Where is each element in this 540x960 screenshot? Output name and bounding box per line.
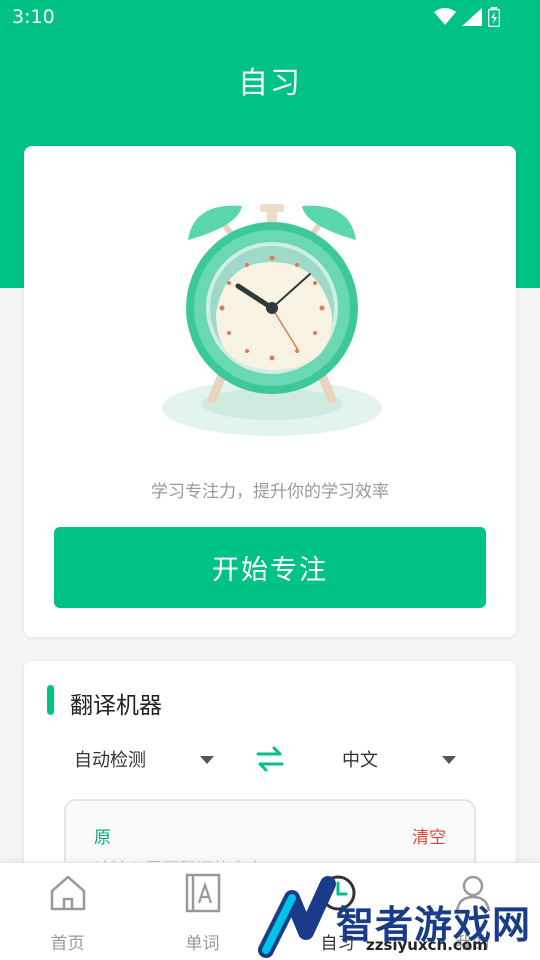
tab-words[interactable]: 单词 [135, 863, 270, 960]
chevron-down-icon[interactable] [200, 756, 214, 764]
translator-title: 翻译机器 [70, 693, 162, 719]
signal-icon [462, 8, 482, 26]
status-time: 3:10 [12, 6, 55, 28]
watermark-logo: 智者游戏网 zzsiyuxcn.com [258, 870, 540, 960]
tab-home[interactable]: 首页 [0, 863, 135, 960]
watermark-url: zzsiyuxcn.com [366, 936, 488, 954]
clear-button[interactable]: 清空 [412, 823, 446, 848]
tab-home-label: 首页 [50, 934, 85, 954]
focus-card: 学习专注力，提升你的学习效率 开始专注 [24, 146, 516, 637]
tab-words-label: 单词 [185, 934, 220, 954]
focus-tagline: 学习专注力，提升你的学习效率 [151, 482, 389, 502]
start-focus-button[interactable]: 开始专注 [54, 527, 486, 608]
watermark-n-logo [258, 876, 336, 958]
status-icons [434, 7, 500, 27]
original-label: 原 [94, 828, 111, 848]
status-bar: 3:10 [0, 0, 540, 36]
home-icon [50, 875, 85, 911]
section-accent-bar [47, 685, 54, 715]
page-title: 自习 [238, 66, 302, 101]
wifi-icon [434, 8, 456, 25]
source-language-select[interactable]: 自动检测 [74, 746, 146, 772]
alarm-clock-illustration [154, 196, 394, 446]
swap-languages-icon[interactable] [256, 746, 284, 772]
chevron-down-icon[interactable] [442, 756, 456, 764]
word-book-icon [185, 873, 220, 913]
battery-icon [488, 7, 500, 27]
target-language-select[interactable]: 中文 [342, 746, 378, 772]
